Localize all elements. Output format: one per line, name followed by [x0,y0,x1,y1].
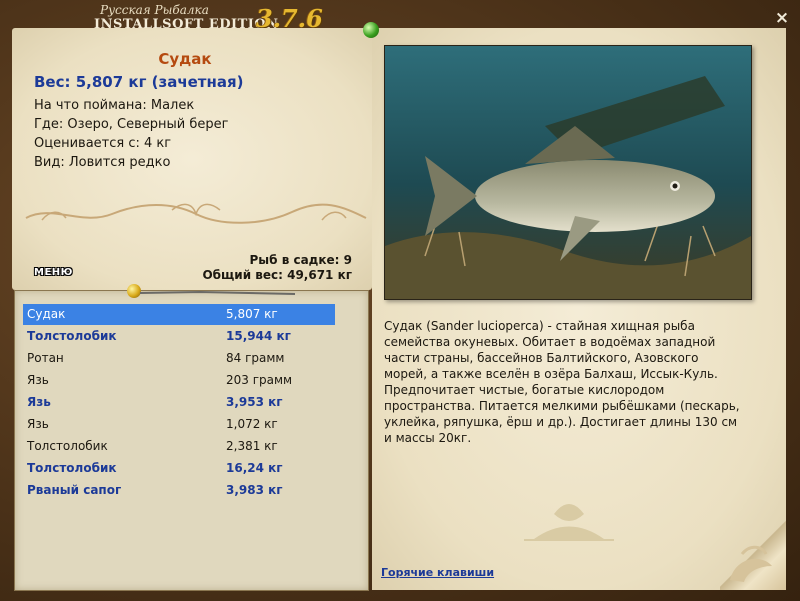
watermark-figure [524,504,614,541]
catch-fish-weight: 1,072 кг [226,417,278,431]
fishing-line-decoration [140,290,295,295]
catch-fish-weight: 2,381 кг [226,439,278,453]
fish-photo [384,45,752,300]
catch-list-row[interactable]: Толстолобик 2,381 кг [23,436,335,457]
catch-fish-name: Толстолобик [27,329,117,343]
rated-from-text: Оценивается с: 4 кг [34,136,172,151]
catch-fish-weight: 203 грамм [226,373,293,387]
fish-description: Судак (Sander lucioperca) - стайная хищн… [384,318,754,446]
catch-fish-weight: 15,944 кг [226,329,291,343]
gold-pin-icon [127,284,141,298]
catch-list-row[interactable]: Ротан 84 грамм [23,348,335,369]
catch-list-row[interactable]: Язь 3,953 кг [23,392,335,413]
fish-weight: Вес: 5,807 кг (зачетная) [34,73,244,91]
catch-count: Рыб в садке: 9 [249,253,353,267]
description-line: и массы 20кг. [384,431,472,445]
catch-stats: Рыб в садке: 9 Общий вес: 49,671 кг [202,253,352,283]
catch-fish-name: Судак [27,307,66,321]
catch-fish-name: Язь [27,373,49,387]
catch-fish-weight: 3,953 кг [226,395,283,409]
catch-fish-weight: 16,24 кг [226,461,283,475]
description-line: морей, а также вселён в озёра Балхаш, Ис… [384,367,718,381]
catch-fish-name: Толстолобик [27,439,108,453]
catch-fish-name: Язь [27,417,49,431]
fish-name: Судак [158,50,212,68]
catch-list-row[interactable]: Язь 203 грамм [23,370,335,391]
logo-subtitle: Русская Рыбалка [100,3,209,17]
catch-list-row[interactable]: Судак 5,807 кг [23,304,335,325]
rarity-text: Вид: Ловится редко [34,155,171,170]
description-line: части страны, бассейнов Балтийского, Азо… [384,351,699,365]
catch-fish-name: Рваный сапог [27,483,122,497]
green-pin-icon [363,22,379,38]
description-line: пространства. Питается мелкими рыбёшками… [384,399,740,413]
catch-list-row[interactable]: Толстолобик 15,944 кг [23,326,335,347]
caught-on-text: На что поймана: Малек [34,98,195,113]
catch-fish-weight: 84 грамм [226,351,285,365]
catch-fish-weight: 5,807 кг [226,307,278,321]
description-line: уклейка, ряпушка, ёрш и др.). Достигает … [384,415,738,429]
corner-ornament [730,545,772,582]
hotkeys-link[interactable]: Горячие клавиши [381,566,494,579]
catch-fish-name: Ротан [27,351,64,365]
location-text: Где: Озеро, Северный берег [34,117,229,132]
catch-fish-name: Толстолобик [27,461,117,475]
description-line: Судак (Sander lucioperca) - стайная хищн… [384,319,695,333]
menu-button[interactable]: МЕНЮ [34,267,73,278]
catch-fish-weight: 3,983 кг [226,483,283,497]
description-line: Предпочитает чистые, богатые кислородом [384,383,665,397]
ornament-divider [25,203,367,224]
description-line: семейства окуневых. Обитает в водоёмах з… [384,335,716,349]
catch-list-row[interactable]: Толстолобик 16,24 кг [23,458,335,479]
close-icon[interactable]: × [772,8,792,28]
catch-list-row[interactable]: Язь 1,072 кг [23,414,335,435]
catch-fish-name: Язь [27,395,51,409]
catch-list: Судак 5,807 кг Толстолобик 15,944 кг Ротан 84… [14,290,369,591]
fish-details: На что поймана: Малек Где: Озеро, Северн… [34,96,228,172]
catch-total-weight: Общий вес: 49,671 кг [202,268,352,282]
catch-list-row[interactable]: Рваный сапог 3,983 кг [23,480,335,501]
